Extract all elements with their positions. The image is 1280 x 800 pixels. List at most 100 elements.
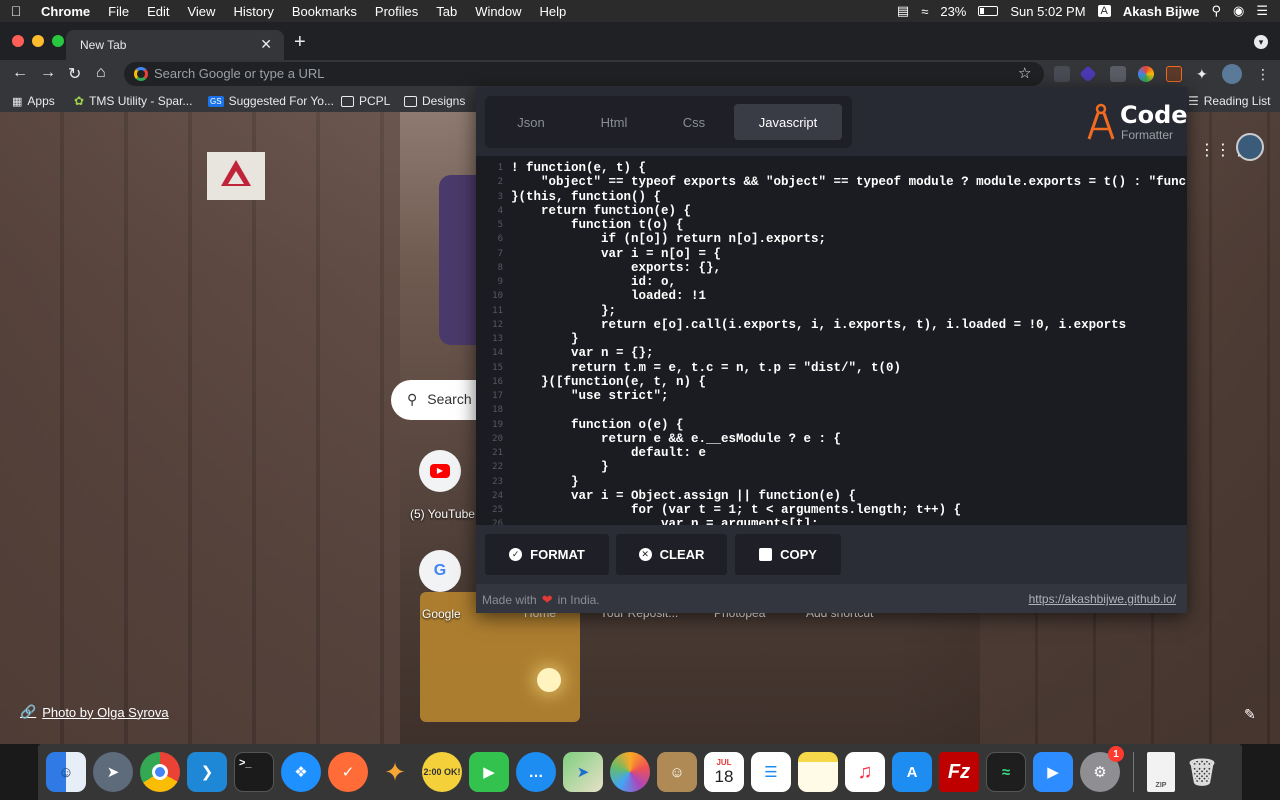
menu-app-name[interactable]: Chrome (32, 4, 99, 19)
battery-icon[interactable] (978, 6, 999, 16)
code-line: ! function(e, t) { (511, 161, 647, 175)
tab-css[interactable]: Css (654, 104, 734, 140)
menu-file[interactable]: File (99, 4, 138, 19)
apple-menu-icon[interactable]:  (0, 3, 32, 19)
menu-edit[interactable]: Edit (138, 4, 178, 19)
notes-icon[interactable] (798, 752, 838, 792)
menu-tab[interactable]: Tab (427, 4, 466, 19)
activity-monitor-icon[interactable]: ≈ (986, 752, 1026, 792)
extension-color-icon[interactable] (1138, 66, 1154, 82)
swift-bird-icon[interactable]: ✦ (375, 752, 415, 792)
app-store-icon[interactable]: A (892, 752, 932, 792)
reload-icon[interactable]: ↻ (68, 64, 81, 84)
facetime-icon[interactable]: ▶ (469, 752, 509, 792)
extensions-puzzle-icon[interactable]: ✦ (1196, 66, 1212, 82)
music-icon[interactable]: ♫ (845, 752, 885, 792)
extension-crosshair-icon[interactable] (1110, 66, 1126, 82)
tab-close-icon[interactable]: ✕ (260, 36, 272, 53)
heart-icon: ❤ (541, 592, 553, 607)
menu-profiles[interactable]: Profiles (366, 4, 427, 19)
copy-label: COPY (780, 547, 817, 562)
trash-icon[interactable]: 🗑 (1182, 752, 1222, 792)
clock[interactable]: Sun 5:02 PM (1010, 4, 1085, 19)
forward-icon[interactable]: → (40, 64, 56, 82)
menu-help[interactable]: Help (531, 4, 576, 19)
control-center-icon[interactable]: ☰ (1256, 3, 1268, 19)
menu-bookmarks[interactable]: Bookmarks (283, 4, 366, 19)
extension-pen-icon[interactable] (1054, 66, 1070, 82)
ntp-account-avatar[interactable] (1236, 133, 1264, 161)
bookmark-tms-utility[interactable]: ✿ TMS Utility - Spar... (74, 94, 192, 108)
finder-icon[interactable]: ☺ (46, 752, 86, 792)
code-line: }; (511, 303, 617, 318)
vscode-icon[interactable]: ❯ (187, 752, 227, 792)
reminders-icon[interactable]: ☰ (751, 752, 791, 792)
chrome-icon[interactable] (140, 752, 180, 792)
siri-icon[interactable]: ◉ (1233, 3, 1244, 19)
calendar-icon[interactable]: JUL 18 (704, 752, 744, 792)
tab-html[interactable]: Html (574, 104, 654, 140)
tab-search-icon[interactable]: ▾ (1254, 35, 1268, 49)
bookmark-suggested[interactable]: GS Suggested For Yo... (208, 94, 334, 108)
bookmark-designs-label: Designs (422, 94, 466, 108)
contacts-icon[interactable]: ☺ (657, 752, 697, 792)
extension-code-formatter-icon[interactable] (1166, 66, 1182, 82)
apps-grid-icon: ▦ (12, 95, 23, 108)
tab-javascript[interactable]: Javascript (734, 104, 842, 140)
zip-file-icon[interactable]: ZIP (1147, 752, 1175, 792)
messages-icon[interactable]: … (516, 752, 556, 792)
reading-list[interactable]: ☰ Reading List (1188, 94, 1270, 108)
window-zoom-button[interactable] (52, 35, 64, 47)
shortcut-google[interactable]: G (419, 550, 461, 592)
ntp-doodle-card[interactable] (439, 175, 479, 345)
window-minimize-button[interactable] (32, 35, 44, 47)
bookmark-apps[interactable]: ▦ Apps (12, 94, 55, 108)
menu-view[interactable]: View (178, 4, 224, 19)
menu-history[interactable]: History (224, 4, 282, 19)
code-content[interactable]: ! function(e, t) { "object" == typeof ex… (511, 161, 1187, 525)
maps-icon[interactable]: ➤ (563, 752, 603, 792)
omnibox-input[interactable]: Search Google or type a URL (124, 62, 1044, 86)
home-icon[interactable]: ⌂ (96, 64, 106, 82)
profile-avatar[interactable] (1222, 64, 1242, 84)
tab-json[interactable]: Json (491, 104, 571, 140)
clear-button[interactable]: ✕ CLEAR (616, 534, 727, 575)
photo-credit-link[interactable]: 🔗 Photo by Olga Syrova (20, 704, 169, 720)
bookmark-folder-designs[interactable]: Designs (404, 94, 465, 108)
customize-pencil-icon[interactable]: ✎ (1244, 706, 1256, 723)
launchpad-icon[interactable]: ➤ (93, 752, 133, 792)
input-source-icon[interactable]: A (1097, 5, 1111, 17)
back-icon[interactable]: ← (12, 64, 28, 82)
wifi-icon[interactable]: ≈ (921, 4, 928, 19)
code-editor[interactable]: 1 2 3 4 5 6 7 8 9 10 11 12 13 14 15 16 17 18 19 20 21 22 23 24 2… (476, 156, 1187, 525)
ntp-search-box[interactable]: ⚲ Search (391, 380, 481, 420)
line-number: 1 (497, 163, 503, 173)
terminal-icon[interactable]: >_ (234, 752, 274, 792)
bookmark-star-icon[interactable]: ☆ (1018, 64, 1031, 82)
menu-window[interactable]: Window (466, 4, 530, 19)
bookmark-tms-label: TMS Utility - Spar... (89, 94, 193, 108)
battery-percent[interactable]: 23% (940, 4, 966, 19)
format-button[interactable]: ✓ FORMAT (485, 534, 609, 575)
filezilla-icon[interactable]: Fz (939, 752, 979, 792)
new-tab-button[interactable]: + (294, 31, 306, 54)
zoom-icon[interactable]: ▶ (1033, 752, 1073, 792)
ok-timer-icon[interactable]: 2:00 OK! (422, 752, 462, 792)
system-preferences-icon[interactable]: ⚙ 1 (1080, 746, 1124, 792)
tab-new-tab[interactable]: New Tab ✕ (66, 30, 284, 60)
author-website-link[interactable]: https://akashbijwe.github.io/ (1029, 592, 1176, 606)
code-line: return t.m = e, t.c = n, t.p = "dist/", … (511, 360, 902, 375)
chrome-menu-icon[interactable]: ⋮ (1256, 66, 1272, 82)
wallpaper-tram-light (537, 668, 561, 692)
spotlight-search-icon[interactable]: ⚲ (1211, 3, 1221, 19)
code-line: function t(o) { (511, 218, 684, 232)
window-close-button[interactable] (12, 35, 24, 47)
postman-icon[interactable]: ✓ (328, 752, 368, 792)
drive-icon[interactable]: ▤ (897, 3, 909, 19)
copy-button[interactable]: COPY (735, 534, 841, 575)
photos-icon[interactable] (610, 752, 650, 792)
shortcut-youtube[interactable]: ▶ (419, 450, 461, 492)
user-name[interactable]: Akash Bijwe (1123, 4, 1200, 19)
bookmark-folder-pcpl[interactable]: PCPL (341, 94, 390, 108)
safari-icon[interactable]: ❖ (281, 752, 321, 792)
